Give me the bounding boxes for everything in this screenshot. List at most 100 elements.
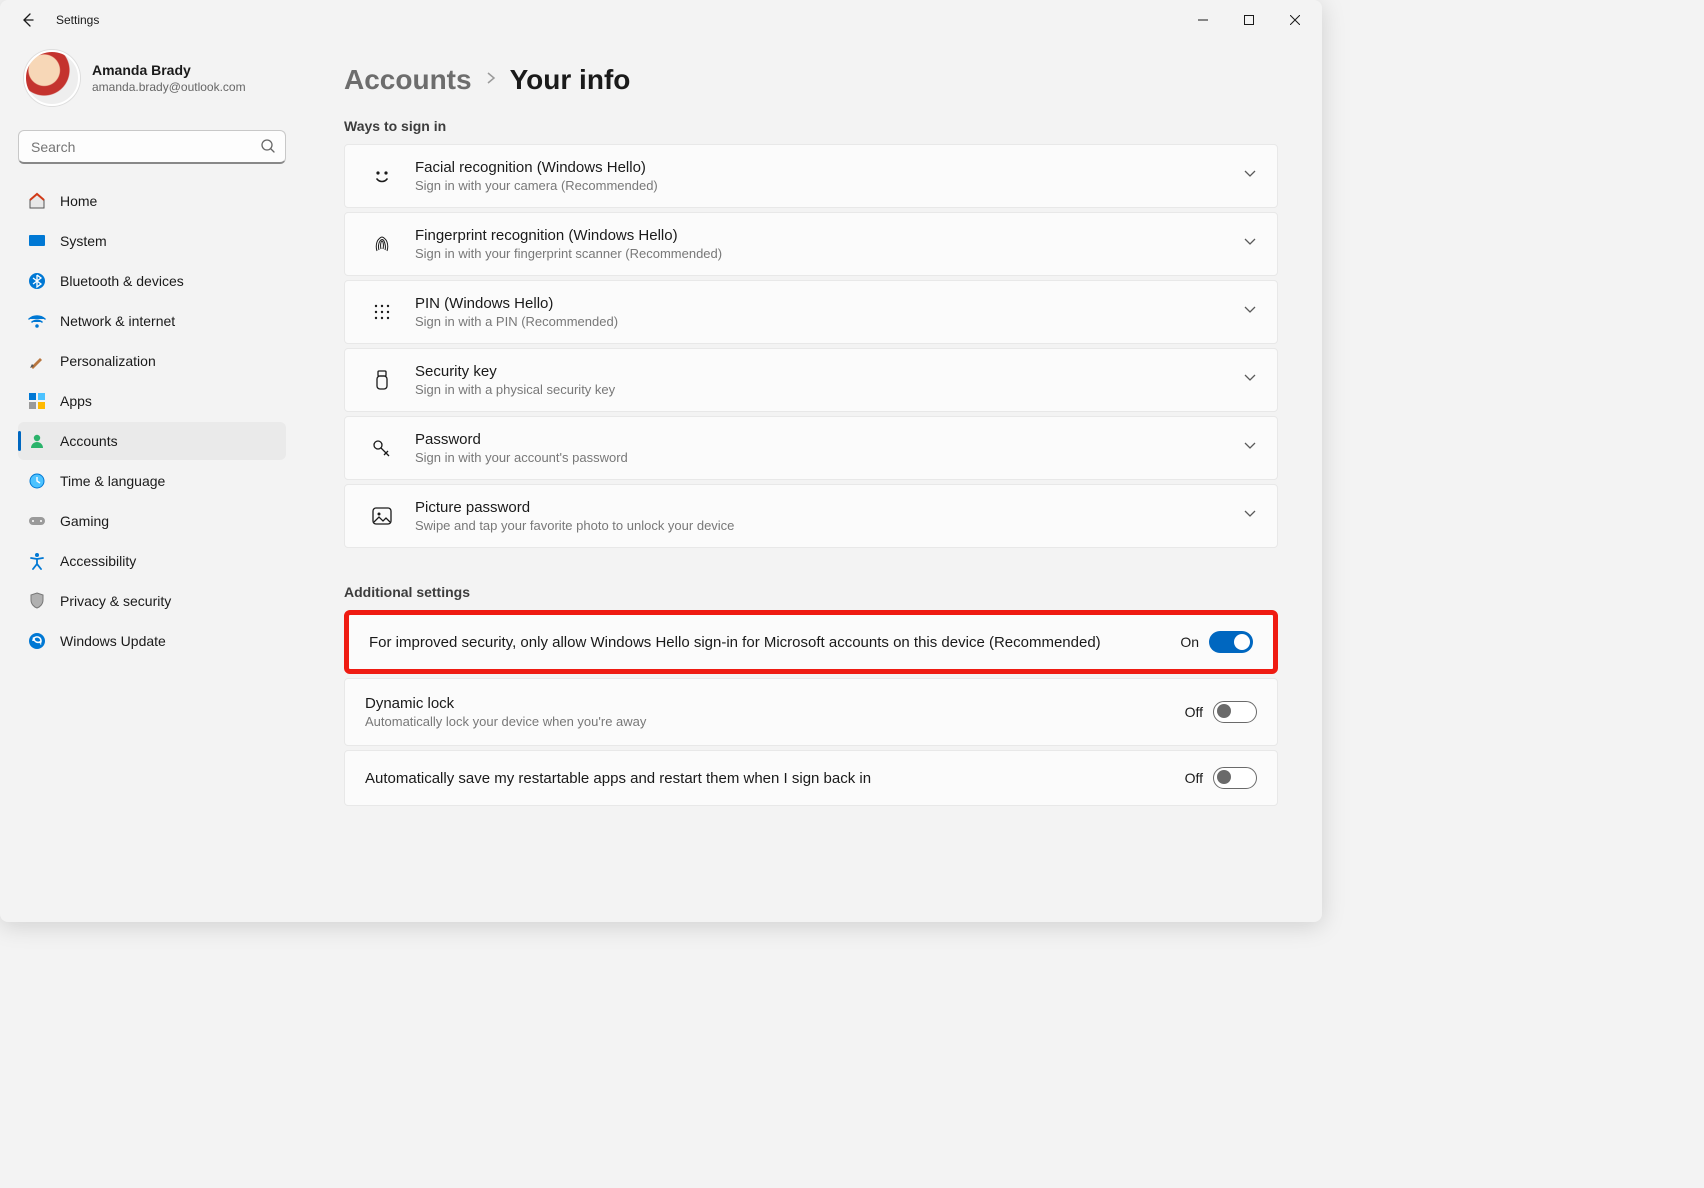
card-title: Picture password xyxy=(415,499,1243,516)
nav-accounts[interactable]: Accounts xyxy=(18,422,286,460)
setting-title: Automatically save my restartable apps a… xyxy=(365,770,1185,787)
update-icon xyxy=(28,632,46,650)
profile-name: Amanda Brady xyxy=(92,62,246,78)
chevron-down-icon xyxy=(1243,303,1257,322)
toggle-restart-apps[interactable] xyxy=(1213,767,1257,789)
pin-icon xyxy=(371,301,393,323)
close-icon xyxy=(1290,15,1300,25)
nav-label: Network & internet xyxy=(60,313,175,329)
profile-block[interactable]: Amanda Brady amanda.brady@outlook.com xyxy=(18,40,292,124)
maximize-icon xyxy=(1244,15,1254,25)
face-icon xyxy=(371,165,393,187)
accounts-icon xyxy=(28,432,46,450)
signin-pin[interactable]: PIN (Windows Hello) Sign in with a PIN (R… xyxy=(344,280,1278,344)
chevron-down-icon xyxy=(1243,439,1257,458)
nav-accessibility[interactable]: Accessibility xyxy=(18,542,286,580)
nav-apps[interactable]: Apps xyxy=(18,382,286,420)
nav-gaming[interactable]: Gaming xyxy=(18,502,286,540)
signin-password[interactable]: PasswordSign in with your account's pass… xyxy=(344,416,1278,480)
nav-system[interactable]: System xyxy=(18,222,286,260)
nav-label: Privacy & security xyxy=(60,593,171,609)
highlight-box: For improved security, only allow Window… xyxy=(344,610,1278,674)
nav-list: Home System Bluetooth & devices Network … xyxy=(18,182,292,660)
toggle-hello-only[interactable] xyxy=(1209,631,1253,653)
arrow-left-icon xyxy=(20,12,36,28)
card-title: Fingerprint recognition (Windows Hello) xyxy=(415,227,1243,244)
card-title: PIN (Windows Hello) xyxy=(415,295,1243,312)
usb-icon xyxy=(371,369,393,391)
nav-update[interactable]: Windows Update xyxy=(18,622,286,660)
nav-bluetooth[interactable]: Bluetooth & devices xyxy=(18,262,286,300)
signin-picture[interactable]: Picture password Swipe and tap your favor… xyxy=(344,484,1278,548)
accessibility-icon xyxy=(28,552,46,570)
nav-label: Accounts xyxy=(60,433,118,449)
shield-icon xyxy=(28,592,46,610)
window-controls xyxy=(1180,4,1318,36)
nav-label: Gaming xyxy=(60,513,109,529)
toggle-label: Off xyxy=(1185,770,1203,786)
nav-label: Bluetooth & devices xyxy=(60,273,184,289)
signin-securitykey[interactable]: Security key Sign in with a physical secu… xyxy=(344,348,1278,412)
system-icon xyxy=(28,232,46,250)
nav-network[interactable]: Network & internet xyxy=(18,302,286,340)
network-icon xyxy=(28,312,46,330)
nav-label: Windows Update xyxy=(60,633,166,649)
nav-label: Time & language xyxy=(60,473,165,489)
search-input[interactable] xyxy=(18,130,286,164)
chevron-down-icon xyxy=(1243,235,1257,254)
signin-fingerprint[interactable]: Fingerprint recognition (Windows Hello) S… xyxy=(344,212,1278,276)
card-sub: Sign in with your fingerprint scanner (R… xyxy=(415,246,1243,261)
search-icon xyxy=(260,138,276,159)
card-sub: Sign in with a PIN (Recommended) xyxy=(415,314,1243,329)
gaming-icon xyxy=(28,512,46,530)
profile-email: amanda.brady@outlook.com xyxy=(92,80,246,94)
nav-label: System xyxy=(60,233,107,249)
section-title-additional: Additional settings xyxy=(344,584,1278,600)
setting-title: Dynamic lock xyxy=(365,695,1185,712)
nav-label: Accessibility xyxy=(60,553,136,569)
setting-sub: Automatically lock your device when you'… xyxy=(365,714,1185,729)
setting-hello-only: For improved security, only allow Window… xyxy=(349,615,1273,669)
apps-icon xyxy=(28,392,46,410)
back-button[interactable] xyxy=(12,4,44,36)
minimize-button[interactable] xyxy=(1180,4,1226,36)
nav-label: Home xyxy=(60,193,97,209)
chevron-right-icon xyxy=(484,71,498,90)
setting-title: For improved security, only allow Window… xyxy=(369,634,1180,651)
maximize-button[interactable] xyxy=(1226,4,1272,36)
toggle-label: Off xyxy=(1185,704,1203,720)
picture-icon xyxy=(371,505,393,527)
signin-facial[interactable]: Facial recognition (Windows Hello) Sign i… xyxy=(344,144,1278,208)
nav-privacy[interactable]: Privacy & security xyxy=(18,582,286,620)
toggle-dynamic-lock[interactable] xyxy=(1213,701,1257,723)
card-sub: Sign in with your camera (Recommended) xyxy=(415,178,1243,193)
card-title: Security key xyxy=(415,363,1243,380)
nav-time[interactable]: Time & language xyxy=(18,462,286,500)
toggle-label: On xyxy=(1180,634,1199,650)
close-button[interactable] xyxy=(1272,4,1318,36)
key-icon xyxy=(371,437,393,459)
nav-home[interactable]: Home xyxy=(18,182,286,220)
nav-label: Apps xyxy=(60,393,92,409)
card-title: Facial recognition (Windows Hello) xyxy=(415,159,1243,176)
breadcrumb-parent[interactable]: Accounts xyxy=(344,64,472,96)
nav-personalization[interactable]: Personalization xyxy=(18,342,286,380)
personalization-icon xyxy=(28,352,46,370)
time-icon xyxy=(28,472,46,490)
titlebar: Settings xyxy=(0,0,1322,40)
breadcrumb: Accounts Your info xyxy=(344,64,1278,96)
fingerprint-icon xyxy=(371,233,393,255)
bluetooth-icon xyxy=(28,272,46,290)
card-sub: Sign in with a physical security key xyxy=(415,382,1243,397)
minimize-icon xyxy=(1198,15,1208,25)
avatar xyxy=(24,50,80,106)
chevron-down-icon xyxy=(1243,167,1257,186)
card-sub: Swipe and tap your favorite photo to unl… xyxy=(415,518,1243,533)
nav-label: Personalization xyxy=(60,353,156,369)
setting-dynamic-lock: Dynamic lock Automatically lock your dev… xyxy=(344,678,1278,746)
chevron-down-icon xyxy=(1243,507,1257,526)
sidebar: Amanda Brady amanda.brady@outlook.com Ho… xyxy=(0,40,300,922)
main-content: Accounts Your info Ways to sign in Facia… xyxy=(300,40,1322,922)
setting-restart-apps: Automatically save my restartable apps a… xyxy=(344,750,1278,806)
home-icon xyxy=(28,192,46,210)
